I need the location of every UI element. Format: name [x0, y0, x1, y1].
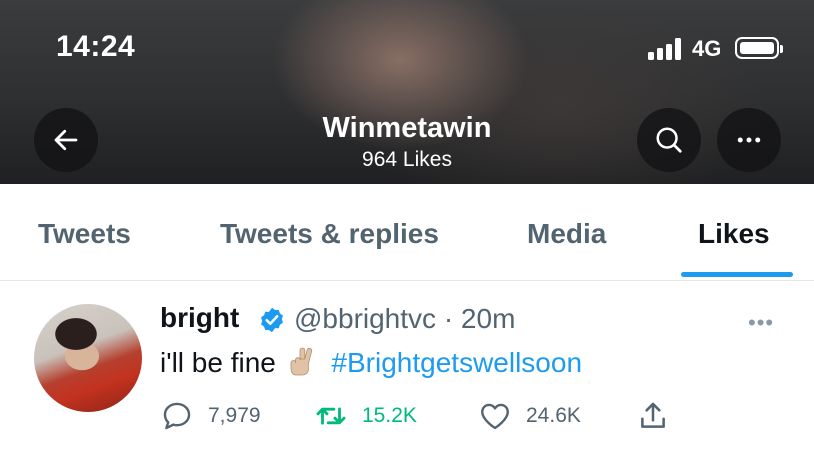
crossed-fingers-emoji — [290, 347, 312, 376]
tab-tweets-replies[interactable]: Tweets & replies — [220, 218, 439, 250]
search-button[interactable] — [637, 108, 701, 172]
avatar[interactable] — [34, 304, 142, 412]
profile-tabs: Tweets Tweets & replies Media Likes — [0, 184, 814, 281]
tweet-author-name[interactable]: bright — [160, 302, 239, 334]
status-time: 14:24 — [56, 30, 136, 63]
like-button[interactable]: 24.6K — [478, 396, 581, 436]
tweet-more-icon[interactable]: ••• — [748, 310, 774, 336]
reply-count: 7,979 — [208, 404, 261, 427]
more-icon — [737, 137, 761, 143]
like-icon — [481, 403, 509, 430]
reply-icon — [163, 402, 191, 430]
tweet-text: i'll be fine #Brightgetswellsoon — [160, 345, 582, 379]
tweet-actions: 7,979 15.2K 24.6K — [160, 396, 720, 436]
retweet-button[interactable]: 15.2K — [314, 396, 417, 436]
like-count: 24.6K — [526, 404, 581, 427]
tab-likes[interactable]: Likes — [698, 218, 770, 250]
tab-tweets[interactable]: Tweets — [38, 218, 131, 250]
signal-icon — [648, 38, 682, 60]
retweet-icon — [316, 407, 346, 425]
share-icon — [641, 402, 665, 428]
verified-badge-icon — [261, 307, 283, 333]
share-button[interactable] — [636, 396, 670, 436]
reply-button[interactable]: 7,979 — [160, 396, 261, 436]
tab-media[interactable]: Media — [527, 218, 606, 250]
search-icon — [656, 127, 682, 153]
retweet-count: 15.2K — [362, 404, 417, 427]
tweet-handle-time[interactable]: @bbrightvc · 20m — [294, 303, 515, 335]
battery-icon — [735, 37, 783, 59]
profile-header: 14:24 4G Winmetawin 964 Likes — [0, 0, 814, 184]
tweet-body: i'll be fine — [160, 347, 276, 378]
network-type: 4G — [692, 36, 722, 61]
more-button[interactable] — [717, 108, 781, 172]
tweet-hashtag[interactable]: #Brightgetswellsoon — [331, 347, 582, 378]
active-tab-indicator — [681, 272, 793, 277]
